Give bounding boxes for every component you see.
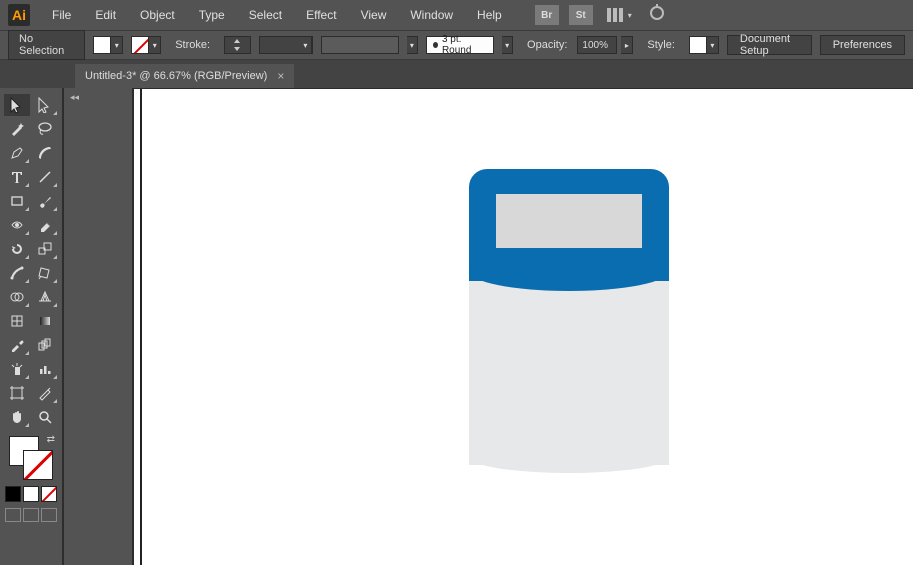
document-setup-button[interactable]: Document Setup [727,35,812,55]
app-logo: Ai [8,4,30,26]
graphic-style-control[interactable]: ▾ [689,36,719,54]
shape-builder-tool[interactable] [4,286,30,308]
brush-dropdown-caret[interactable]: ▾ [407,36,418,54]
graphic-style-swatch [689,36,707,54]
menu-help[interactable]: Help [467,4,512,26]
selection-tool[interactable] [4,94,30,116]
opacity-field[interactable]: 100% [577,36,617,54]
slice-tool[interactable] [32,382,58,404]
menu-view[interactable]: View [351,4,397,26]
document-tab-row: Untitled-3* @ 66.67% (RGB/Preview) × [0,60,913,88]
jar-label-shape [493,191,645,251]
stock-button[interactable]: St [569,5,593,25]
color-mode-none[interactable] [41,486,57,502]
opacity-caret[interactable]: ▸ [621,36,633,54]
eraser-tool[interactable] [32,214,58,236]
stroke-weight-field[interactable] [224,36,251,54]
magic-wand-tool[interactable] [4,118,30,140]
brush-preset-label: 3 pt. Round [442,34,487,56]
app-logo-text: Ai [12,7,26,23]
symbol-sprayer-tool[interactable] [4,358,30,380]
canvas[interactable] [134,88,913,565]
stroke-dropdown-caret[interactable]: ▾ [149,36,161,54]
menu-edit[interactable]: Edit [85,4,126,26]
variable-width-profile[interactable]: ▾ [259,36,313,54]
shaper-tool[interactable] [4,214,30,236]
rectangle-tool[interactable] [4,190,30,212]
control-bar: No Selection ▾ ▾ Stroke: ▾ ▾ 3 pt. Round… [0,30,913,60]
eyedropper-tool[interactable] [4,334,30,356]
menu-window[interactable]: Window [400,4,463,26]
swap-fill-stroke-icon[interactable]: ⇄ [47,434,55,445]
line-segment-tool[interactable] [32,166,58,188]
lasso-tool[interactable] [32,118,58,140]
bridge-button[interactable]: Br [535,5,559,25]
selection-indicator: No Selection [8,30,85,60]
arrange-documents-button[interactable]: ▾ [606,8,632,22]
color-mode-row [5,486,57,502]
fill-swatch [93,36,111,54]
document-tab-title: Untitled-3* @ 66.67% (RGB/Preview) [85,70,267,82]
color-mode-gradient[interactable] [23,486,39,502]
style-label: Style: [641,37,681,53]
curvature-tool[interactable] [32,142,58,164]
brush-definition[interactable] [321,36,399,54]
width-tool[interactable] [4,262,30,284]
menu-object[interactable]: Object [130,4,185,26]
draw-behind[interactable] [23,508,39,522]
draw-inside[interactable] [41,508,57,522]
artboard-edge [140,89,142,565]
stroke-swatch-control[interactable]: ▾ [131,36,161,54]
toolbox: ⇄ [0,88,64,565]
jar-body-shape [469,281,669,465]
menu-select[interactable]: Select [239,4,292,26]
hand-tool[interactable] [4,406,30,428]
paintbrush-tool[interactable] [32,190,58,212]
type-tool[interactable] [4,166,30,188]
expand-dock-icon[interactable]: ◂◂ [70,92,79,103]
document-tab-close[interactable]: × [277,69,284,83]
draw-mode-row [5,508,57,522]
zoom-tool[interactable] [32,406,58,428]
brush-dot-icon [433,42,438,48]
document-tab[interactable]: Untitled-3* @ 66.67% (RGB/Preview) × [75,64,294,88]
gradient-tool[interactable] [32,310,58,332]
menu-type[interactable]: Type [189,4,235,26]
fill-stroke-indicator[interactable]: ⇄ [9,436,53,480]
brush-preset-caret[interactable]: ▾ [502,36,513,54]
artboard-tool[interactable] [4,382,30,404]
preferences-button[interactable]: Preferences [820,35,905,55]
scale-tool[interactable] [32,238,58,260]
perspective-grid-tool[interactable] [32,286,58,308]
brush-preset[interactable]: 3 pt. Round [426,36,495,54]
menu-effect[interactable]: Effect [296,4,346,26]
gpu-preview-icon[interactable] [648,4,666,27]
menu-file[interactable]: File [42,4,81,26]
artwork-jar[interactable] [469,169,669,465]
mesh-tool[interactable] [4,310,30,332]
rotate-tool[interactable] [4,238,30,260]
fill-dropdown-caret[interactable]: ▾ [111,36,123,54]
draw-normal[interactable] [5,508,21,522]
main-area: ⇄ ◂◂ [0,88,913,565]
stroke-label: Stroke: [169,37,216,53]
opacity-label: Opacity: [521,37,573,53]
graphic-style-caret[interactable]: ▾ [707,36,719,54]
direct-selection-tool[interactable] [32,94,58,116]
column-graph-tool[interactable] [32,358,58,380]
free-transform-tool[interactable] [32,262,58,284]
pen-tool[interactable] [4,142,30,164]
menu-bar: Ai File Edit Object Type Select Effect V… [0,0,913,30]
color-mode-color[interactable] [5,486,21,502]
collapsed-panel-dock[interactable]: ◂◂ [64,88,134,565]
fill-swatch-control[interactable]: ▾ [93,36,123,54]
blend-tool[interactable] [32,334,58,356]
stroke-color-box[interactable] [23,450,53,480]
stroke-swatch [131,36,149,54]
